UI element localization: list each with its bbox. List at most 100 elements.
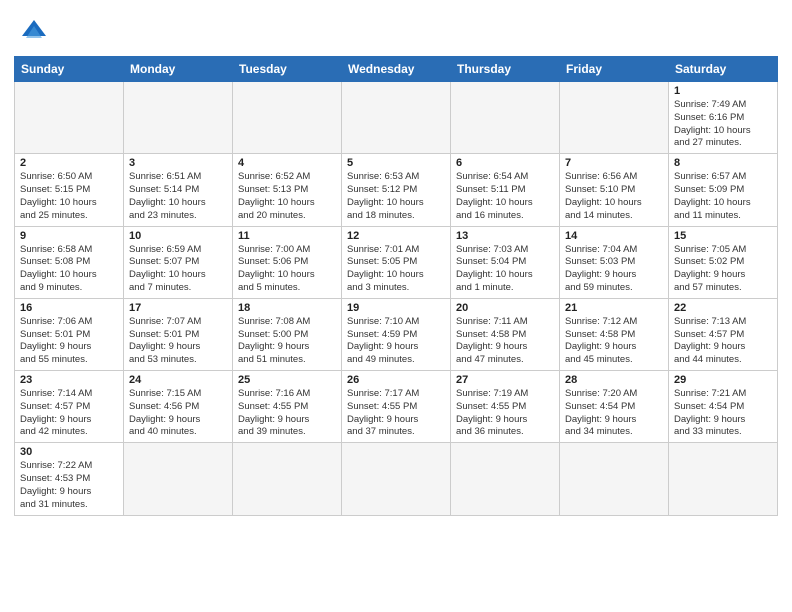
calendar-cell: 14 Sunrise: 7:04 AM Sunset: 5:03 PM Dayli… xyxy=(560,226,669,298)
weekday-header-row: SundayMondayTuesdayWednesdayThursdayFrid… xyxy=(15,57,778,82)
calendar-cell: 10 Sunrise: 6:59 AM Sunset: 5:07 PM Dayli… xyxy=(124,226,233,298)
calendar-cell xyxy=(233,82,342,154)
day-info: Sunrise: 7:03 AM Sunset: 5:04 PM Dayligh… xyxy=(456,244,554,295)
week-row-4: 16 Sunrise: 7:06 AM Sunset: 5:01 PM Dayli… xyxy=(15,298,778,370)
calendar: SundayMondayTuesdayWednesdayThursdayFrid… xyxy=(14,56,778,516)
day-info: Sunrise: 6:57 AM Sunset: 5:09 PM Dayligh… xyxy=(674,171,772,222)
day-info: Sunrise: 6:59 AM Sunset: 5:07 PM Dayligh… xyxy=(129,244,227,295)
calendar-cell: 3 Sunrise: 6:51 AM Sunset: 5:14 PM Daylig… xyxy=(124,154,233,226)
calendar-cell xyxy=(451,82,560,154)
day-number: 12 xyxy=(347,230,445,242)
weekday-wednesday: Wednesday xyxy=(342,57,451,82)
day-number: 21 xyxy=(565,302,663,314)
logo-icon xyxy=(18,16,50,48)
calendar-cell: 15Sunrise: 7:05 AM Sunset: 5:02 PM Dayli… xyxy=(669,226,778,298)
calendar-cell: 6 Sunrise: 6:54 AM Sunset: 5:11 PM Daylig… xyxy=(451,154,560,226)
day-info: Sunrise: 7:14 AM Sunset: 4:57 PM Dayligh… xyxy=(20,388,118,439)
week-row-2: 2 Sunrise: 6:50 AM Sunset: 5:15 PM Daylig… xyxy=(15,154,778,226)
calendar-cell: 7 Sunrise: 6:56 AM Sunset: 5:10 PM Daylig… xyxy=(560,154,669,226)
day-number: 11 xyxy=(238,230,336,242)
calendar-cell: 17Sunrise: 7:07 AM Sunset: 5:01 PM Dayli… xyxy=(124,298,233,370)
day-number: 14 xyxy=(565,230,663,242)
day-number: 4 xyxy=(238,157,336,169)
day-number: 8 xyxy=(674,157,772,169)
day-info: Sunrise: 7:06 AM Sunset: 5:01 PM Dayligh… xyxy=(20,316,118,367)
day-number: 22 xyxy=(674,302,772,314)
day-number: 29 xyxy=(674,374,772,386)
day-number: 10 xyxy=(129,230,227,242)
calendar-cell: 8 Sunrise: 6:57 AM Sunset: 5:09 PM Daylig… xyxy=(669,154,778,226)
calendar-cell: 11 Sunrise: 7:00 AM Sunset: 5:06 PM Dayli… xyxy=(233,226,342,298)
day-info: Sunrise: 6:53 AM Sunset: 5:12 PM Dayligh… xyxy=(347,171,445,222)
calendar-cell xyxy=(342,443,451,515)
day-info: Sunrise: 7:08 AM Sunset: 5:00 PM Dayligh… xyxy=(238,316,336,367)
calendar-cell: 26Sunrise: 7:17 AM Sunset: 4:55 PM Dayli… xyxy=(342,371,451,443)
calendar-cell: 28Sunrise: 7:20 AM Sunset: 4:54 PM Dayli… xyxy=(560,371,669,443)
calendar-cell: 9 Sunrise: 6:58 AM Sunset: 5:08 PM Daylig… xyxy=(15,226,124,298)
day-info: Sunrise: 6:54 AM Sunset: 5:11 PM Dayligh… xyxy=(456,171,554,222)
weekday-thursday: Thursday xyxy=(451,57,560,82)
calendar-cell: 21 Sunrise: 7:12 AM Sunset: 4:58 PM Dayli… xyxy=(560,298,669,370)
day-info: Sunrise: 6:56 AM Sunset: 5:10 PM Dayligh… xyxy=(565,171,663,222)
calendar-cell xyxy=(124,82,233,154)
day-info: Sunrise: 7:19 AM Sunset: 4:55 PM Dayligh… xyxy=(456,388,554,439)
calendar-cell: 16 Sunrise: 7:06 AM Sunset: 5:01 PM Dayli… xyxy=(15,298,124,370)
day-number: 5 xyxy=(347,157,445,169)
weekday-monday: Monday xyxy=(124,57,233,82)
day-number: 3 xyxy=(129,157,227,169)
week-row-3: 9 Sunrise: 6:58 AM Sunset: 5:08 PM Daylig… xyxy=(15,226,778,298)
page: SundayMondayTuesdayWednesdayThursdayFrid… xyxy=(0,0,792,612)
day-number: 17 xyxy=(129,302,227,314)
day-number: 26 xyxy=(347,374,445,386)
day-info: Sunrise: 6:50 AM Sunset: 5:15 PM Dayligh… xyxy=(20,171,118,222)
calendar-cell xyxy=(124,443,233,515)
day-number: 25 xyxy=(238,374,336,386)
day-info: Sunrise: 7:49 AM Sunset: 6:16 PM Dayligh… xyxy=(674,99,772,150)
calendar-cell xyxy=(233,443,342,515)
day-number: 27 xyxy=(456,374,554,386)
day-number: 16 xyxy=(20,302,118,314)
day-number: 9 xyxy=(20,230,118,242)
day-number: 2 xyxy=(20,157,118,169)
day-info: Sunrise: 7:20 AM Sunset: 4:54 PM Dayligh… xyxy=(565,388,663,439)
calendar-cell: 19Sunrise: 7:10 AM Sunset: 4:59 PM Dayli… xyxy=(342,298,451,370)
day-number: 6 xyxy=(456,157,554,169)
day-info: Sunrise: 7:13 AM Sunset: 4:57 PM Dayligh… xyxy=(674,316,772,367)
day-number: 7 xyxy=(565,157,663,169)
calendar-cell: 5 Sunrise: 6:53 AM Sunset: 5:12 PM Daylig… xyxy=(342,154,451,226)
calendar-cell: 30 Sunrise: 7:22 AM Sunset: 4:53 PM Dayli… xyxy=(15,443,124,515)
calendar-cell xyxy=(560,443,669,515)
day-info: Sunrise: 7:15 AM Sunset: 4:56 PM Dayligh… xyxy=(129,388,227,439)
day-number: 30 xyxy=(20,446,118,458)
day-info: Sunrise: 6:58 AM Sunset: 5:08 PM Dayligh… xyxy=(20,244,118,295)
day-info: Sunrise: 7:12 AM Sunset: 4:58 PM Dayligh… xyxy=(565,316,663,367)
week-row-1: 1Sunrise: 7:49 AM Sunset: 6:16 PM Daylig… xyxy=(15,82,778,154)
weekday-tuesday: Tuesday xyxy=(233,57,342,82)
calendar-cell: 1Sunrise: 7:49 AM Sunset: 6:16 PM Daylig… xyxy=(669,82,778,154)
weekday-sunday: Sunday xyxy=(15,57,124,82)
day-info: Sunrise: 7:22 AM Sunset: 4:53 PM Dayligh… xyxy=(20,460,118,511)
calendar-cell: 25 Sunrise: 7:16 AM Sunset: 4:55 PM Dayli… xyxy=(233,371,342,443)
day-info: Sunrise: 7:00 AM Sunset: 5:06 PM Dayligh… xyxy=(238,244,336,295)
week-row-6: 30 Sunrise: 7:22 AM Sunset: 4:53 PM Dayli… xyxy=(15,443,778,515)
calendar-cell: 18 Sunrise: 7:08 AM Sunset: 5:00 PM Dayli… xyxy=(233,298,342,370)
day-number: 18 xyxy=(238,302,336,314)
day-info: Sunrise: 7:11 AM Sunset: 4:58 PM Dayligh… xyxy=(456,316,554,367)
calendar-cell: 20Sunrise: 7:11 AM Sunset: 4:58 PM Dayli… xyxy=(451,298,560,370)
calendar-cell: 13 Sunrise: 7:03 AM Sunset: 5:04 PM Dayli… xyxy=(451,226,560,298)
calendar-cell: 12Sunrise: 7:01 AM Sunset: 5:05 PM Dayli… xyxy=(342,226,451,298)
calendar-cell: 22 Sunrise: 7:13 AM Sunset: 4:57 PM Dayli… xyxy=(669,298,778,370)
day-number: 13 xyxy=(456,230,554,242)
weekday-friday: Friday xyxy=(560,57,669,82)
calendar-cell: 2 Sunrise: 6:50 AM Sunset: 5:15 PM Daylig… xyxy=(15,154,124,226)
day-number: 19 xyxy=(347,302,445,314)
calendar-cell: 24Sunrise: 7:15 AM Sunset: 4:56 PM Dayli… xyxy=(124,371,233,443)
day-info: Sunrise: 7:04 AM Sunset: 5:03 PM Dayligh… xyxy=(565,244,663,295)
day-info: Sunrise: 7:16 AM Sunset: 4:55 PM Dayligh… xyxy=(238,388,336,439)
day-info: Sunrise: 6:52 AM Sunset: 5:13 PM Dayligh… xyxy=(238,171,336,222)
calendar-cell: 29 Sunrise: 7:21 AM Sunset: 4:54 PM Dayli… xyxy=(669,371,778,443)
day-info: Sunrise: 7:21 AM Sunset: 4:54 PM Dayligh… xyxy=(674,388,772,439)
calendar-cell: 4 Sunrise: 6:52 AM Sunset: 5:13 PM Daylig… xyxy=(233,154,342,226)
day-info: Sunrise: 6:51 AM Sunset: 5:14 PM Dayligh… xyxy=(129,171,227,222)
day-number: 23 xyxy=(20,374,118,386)
